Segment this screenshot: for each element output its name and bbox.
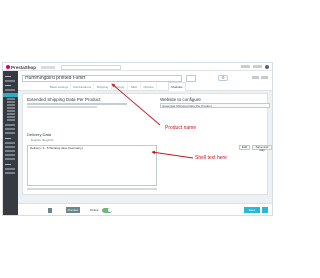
- help-text: [27, 188, 157, 190]
- tab-shipping[interactable]: Shipping: [94, 83, 112, 91]
- online-label: Online: [90, 207, 99, 212]
- language-dropdown[interactable]: [186, 74, 196, 82]
- tab-seo[interactable]: SEO: [128, 83, 141, 91]
- annotation-product-name: Product name: [165, 125, 197, 131]
- sidebar-item-payment[interactable]: [5, 154, 15, 156]
- sidebar-section-heading: [5, 85, 11, 87]
- product-tabs: Basic settings Combinations Shipping Pri…: [18, 82, 272, 91]
- sidebar-section-heading: [5, 138, 11, 140]
- panel-title: Extended Shipping Data Per Product: [27, 97, 101, 102]
- sidebar-subitem-stocks[interactable]: [7, 119, 15, 121]
- sidebar-section-heading: [5, 164, 11, 166]
- brand-logo: PrestaShop: [6, 65, 36, 70]
- product-header: Hummingbird printed t-shirt ⚙ Basic sett…: [18, 71, 272, 91]
- sidebar-subitem-attributes[interactable]: [7, 107, 15, 109]
- save-and-stay-button[interactable]: Save and stay: [252, 145, 272, 152]
- sidebar-item-international[interactable]: [5, 158, 15, 160]
- sidebar-item-customers[interactable]: [5, 124, 15, 126]
- header-actions: [252, 76, 268, 79]
- delivery-textarea[interactable]: Delivery: 3 - 5 Working days (Germany): [27, 145, 157, 186]
- preview-button[interactable]: Preview: [66, 207, 80, 213]
- puffin-icon: [6, 65, 10, 69]
- tab-modules[interactable]: Modules: [168, 82, 186, 91]
- sidebar-subitem-discounts[interactable]: [7, 116, 15, 118]
- sidebar: [3, 71, 18, 215]
- sidebar-section-heading: [5, 76, 11, 78]
- notifications-link[interactable]: [253, 65, 262, 68]
- search-input[interactable]: [61, 64, 121, 70]
- sidebar-item-modules[interactable]: [5, 142, 15, 144]
- quick-access-menu[interactable]: [41, 65, 55, 69]
- product-name-input[interactable]: Hummingbird printed t-shirt: [22, 74, 182, 82]
- sidebar-item-advanced[interactable]: [5, 172, 15, 174]
- tab-options[interactable]: Options: [141, 83, 157, 91]
- top-bar: PrestaShop: [3, 63, 272, 71]
- avatar[interactable]: [265, 65, 269, 69]
- sidebar-item-stats[interactable]: [5, 132, 15, 134]
- language-label: English (English): [31, 138, 54, 142]
- sidebar-subitem-monitoring[interactable]: [7, 104, 15, 106]
- module-panel: Extended Shipping Data Per Product Websi…: [22, 93, 272, 195]
- sales-link[interactable]: [252, 76, 259, 79]
- trash-icon[interactable]: [48, 207, 52, 213]
- sidebar-item-orders[interactable]: [5, 89, 15, 91]
- website-label: Website to configure: [160, 97, 201, 102]
- sidebar-item-parameters[interactable]: [5, 168, 15, 170]
- sidebar-item-dashboard[interactable]: [5, 80, 15, 82]
- panel-description: [27, 106, 97, 108]
- edit-button[interactable]: Edit: [239, 145, 250, 150]
- help-link[interactable]: [261, 76, 268, 79]
- sidebar-subitem-products[interactable]: [7, 98, 15, 100]
- sidebar-item-shipping[interactable]: [5, 150, 15, 152]
- tab-combinations[interactable]: Combinations: [71, 83, 94, 91]
- main-content: Hummingbird printed t-shirt ⚙ Basic sett…: [18, 71, 272, 215]
- save-options-button[interactable]: [262, 207, 268, 213]
- delivery-data-label: Delivery Data: [27, 132, 52, 137]
- sidebar-item-design[interactable]: [5, 146, 15, 148]
- panel-description: [27, 103, 127, 105]
- annotation-edit-text: Shell text here: [195, 155, 227, 161]
- admin-screenshot: PrestaShop Hummingbird printed t-shirt ⚙…: [2, 62, 273, 216]
- sidebar-subitem-categories[interactable]: [7, 101, 15, 103]
- product-footer: Preview Online Save: [18, 203, 272, 215]
- sidebar-item-catalog[interactable]: [3, 92, 18, 97]
- save-button[interactable]: Save: [244, 207, 260, 213]
- online-toggle[interactable]: [102, 207, 112, 213]
- tab-basic-settings[interactable]: Basic settings: [48, 83, 71, 91]
- tab-pricing[interactable]: Pricing: [112, 83, 128, 91]
- gear-icon[interactable]: ⚙: [218, 75, 228, 81]
- view-shop-link[interactable]: [241, 65, 250, 68]
- top-links: [241, 65, 269, 69]
- sidebar-subitem-brands[interactable]: [7, 110, 15, 112]
- sidebar-item-service[interactable]: [5, 128, 15, 130]
- sidebar-subitem-files[interactable]: [7, 113, 15, 115]
- website-select[interactable]: Extended Shipping Data Per Product: [160, 103, 270, 108]
- brand-name: PrestaShop: [11, 64, 37, 70]
